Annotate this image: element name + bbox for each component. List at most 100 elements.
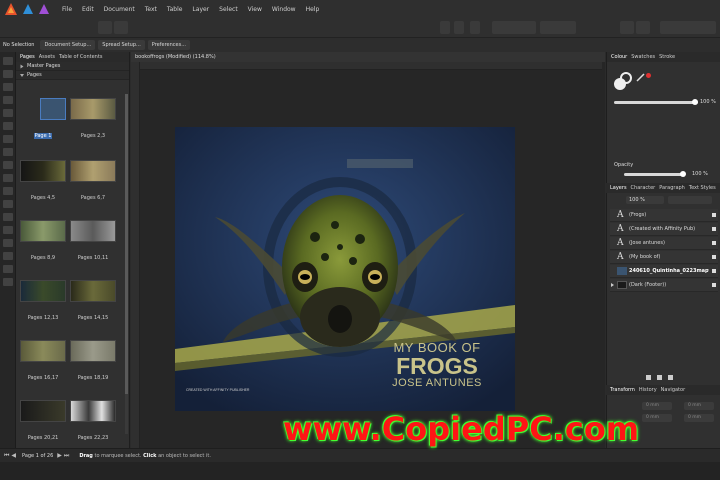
mode-icon[interactable]: [454, 21, 464, 34]
table-tool-icon[interactable]: [2, 96, 13, 104]
color-swatch-group[interactable]: [540, 21, 576, 34]
spread-setup-button[interactable]: Spread Setup...: [98, 40, 145, 50]
menu-layer[interactable]: Layer: [192, 6, 209, 13]
move-tool-icon[interactable]: [2, 57, 13, 65]
master-pages-section[interactable]: Master Pages: [16, 62, 129, 71]
cover-credit[interactable]: CREATED WITH AFFINITY PUBLISHER: [186, 388, 249, 392]
document-setup-button[interactable]: Document Setup...: [40, 40, 96, 50]
menu-table[interactable]: Table: [167, 6, 183, 13]
tab-swatches[interactable]: Swatches: [631, 54, 655, 60]
place-image-tool-icon[interactable]: [2, 226, 13, 234]
tab-history[interactable]: History: [639, 387, 657, 393]
transform-h-field[interactable]: 0 mm: [684, 414, 714, 422]
align-icon[interactable]: [620, 21, 634, 34]
hand-tool-icon[interactable]: [2, 265, 13, 273]
fill-stroke-icon[interactable]: [612, 70, 634, 92]
rectangle-frame-tool-icon[interactable]: [2, 148, 13, 156]
menu-select[interactable]: Select: [219, 6, 238, 13]
fx-icon[interactable]: [667, 375, 673, 380]
ellipse-tool-icon[interactable]: [2, 174, 13, 182]
tint-value[interactable]: 100 %: [700, 99, 716, 105]
grid-icon[interactable]: [98, 21, 112, 34]
preferences-button[interactable]: Preferences...: [147, 40, 190, 50]
snap-icon[interactable]: [440, 21, 450, 34]
layer-row[interactable]: A (Jose antunes): [610, 237, 718, 250]
transform-y-field[interactable]: 0 mm: [642, 414, 672, 422]
picture-frame-tool-icon[interactable]: [2, 135, 13, 143]
transform-w-field[interactable]: 0 mm: [684, 402, 714, 410]
layer-row[interactable]: A (Frogs): [610, 209, 718, 222]
tab-stroke[interactable]: Stroke: [659, 54, 675, 60]
menu-text[interactable]: Text: [145, 6, 157, 13]
prev-page-icon[interactable]: ◀: [11, 452, 16, 459]
cover-title[interactable]: MY BOOK OF FROGS JOSE ANTUNES: [377, 340, 497, 389]
chevron-right-icon[interactable]: [611, 283, 614, 287]
colour-swatch-indicator[interactable]: [646, 73, 651, 78]
tab-assets[interactable]: Assets: [39, 54, 55, 60]
adjustment-icon[interactable]: [646, 375, 651, 380]
transparency-tool-icon[interactable]: [2, 213, 13, 221]
fill-tool-icon[interactable]: [2, 200, 13, 208]
visibility-checkbox[interactable]: [712, 283, 716, 287]
opacity-value[interactable]: 100 %: [692, 171, 708, 177]
eyedropper-tool-icon[interactable]: [2, 252, 13, 260]
affinity-photo-persona-icon[interactable]: [38, 3, 50, 15]
mask-icon[interactable]: [656, 375, 662, 380]
transform-x-field[interactable]: 0 mm: [642, 402, 672, 410]
cover-main-title[interactable]: FROGS: [377, 355, 497, 378]
zoom-tool-icon[interactable]: [2, 278, 13, 286]
next-page-icon[interactable]: ▶: [57, 452, 62, 459]
tab-transform[interactable]: Transform: [610, 387, 635, 393]
tab-pages[interactable]: Pages: [20, 54, 35, 60]
layer-row[interactable]: A (My book of): [610, 251, 718, 264]
frame-text-tool-icon[interactable]: [2, 83, 13, 91]
visibility-checkbox[interactable]: [712, 241, 716, 245]
last-page-icon[interactable]: ⏭: [64, 452, 69, 460]
tab-navigator[interactable]: Navigator: [661, 387, 685, 393]
tab-character[interactable]: Character: [631, 185, 656, 191]
menu-document[interactable]: Document: [104, 6, 135, 13]
first-page-icon[interactable]: ⏮: [4, 452, 9, 460]
menu-help[interactable]: Help: [306, 6, 320, 13]
menu-view[interactable]: View: [248, 6, 262, 13]
layer-row[interactable]: (Dark (Footer)): [610, 279, 718, 292]
visibility-checkbox[interactable]: [712, 269, 716, 273]
settings-icon[interactable]: [114, 21, 128, 34]
text-tools-group[interactable]: [492, 21, 536, 34]
tab-colour[interactable]: Colour: [611, 54, 627, 60]
preview-icon[interactable]: [470, 21, 480, 34]
visibility-checkbox[interactable]: [712, 213, 716, 217]
menu-window[interactable]: Window: [272, 6, 296, 13]
tab-paragraph[interactable]: Paragraph: [659, 185, 685, 191]
pages-scrollbar[interactable]: [125, 94, 128, 434]
visibility-checkbox[interactable]: [712, 255, 716, 259]
rectangle-tool-icon[interactable]: [2, 161, 13, 169]
blend-mode-dropdown[interactable]: [668, 196, 712, 204]
layer-row[interactable]: 240610_Quintinha_0223mapta: [610, 265, 718, 278]
boolean-ops-group[interactable]: [660, 21, 716, 34]
cover-author[interactable]: JOSE ANTUNES: [377, 377, 497, 389]
vertical-ruler[interactable]: [131, 62, 140, 448]
pages-section[interactable]: Pages: [16, 71, 129, 80]
tint-slider[interactable]: [614, 101, 698, 104]
pen-tool-icon[interactable]: [2, 109, 13, 117]
shape-tool-icon[interactable]: [2, 187, 13, 195]
eyedropper-icon[interactable]: [636, 72, 646, 82]
visibility-checkbox[interactable]: [712, 227, 716, 231]
scrollbar-thumb[interactable]: [125, 94, 128, 394]
tab-text-styles[interactable]: Text Styles: [689, 185, 716, 191]
opacity-slider[interactable]: [624, 173, 684, 176]
node-tool-icon[interactable]: [2, 70, 13, 78]
menu-file[interactable]: File: [62, 6, 72, 13]
opacity-slider-knob[interactable]: [680, 171, 686, 177]
layer-row[interactable]: A (Created with Affinity Pub): [610, 223, 718, 236]
tab-layers[interactable]: Layers: [610, 185, 627, 191]
page-indicator[interactable]: Page 1 of 26: [22, 453, 53, 459]
tint-slider-knob[interactable]: [692, 99, 698, 105]
affinity-designer-persona-icon[interactable]: [22, 3, 34, 15]
document-tab[interactable]: bookoffrogs (Modified) (114.8%): [131, 52, 605, 62]
pencil-tool-icon[interactable]: [2, 122, 13, 130]
horizontal-ruler[interactable]: [140, 62, 602, 70]
tab-table-of-contents[interactable]: Table of Contents: [59, 54, 102, 60]
layer-opacity-dropdown[interactable]: 100 %: [626, 196, 664, 204]
